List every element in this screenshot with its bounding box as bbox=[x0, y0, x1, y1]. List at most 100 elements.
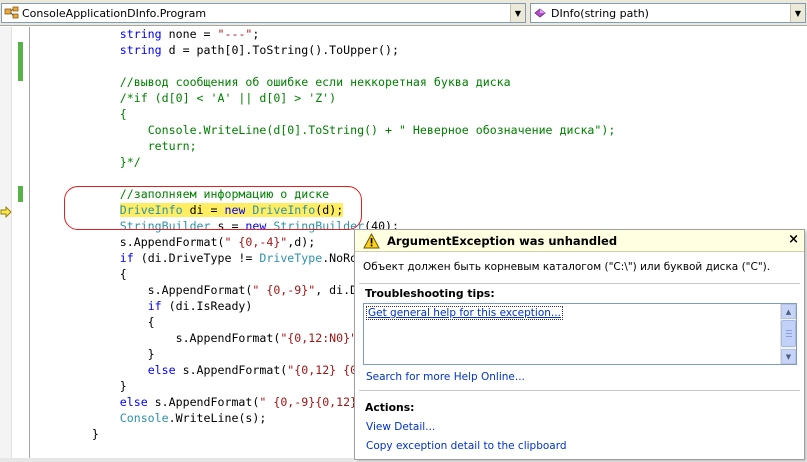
code-token: string bbox=[119, 27, 162, 41]
code-token: string bbox=[119, 43, 162, 57]
tips-scrollbar[interactable]: ▲ ▼ bbox=[780, 304, 796, 364]
divider bbox=[359, 283, 800, 284]
code-token: ,d); bbox=[287, 235, 316, 249]
code-token: }*/ bbox=[119, 155, 141, 169]
outlining-line bbox=[29, 27, 30, 462]
code-token: s.AppendFormat( bbox=[147, 395, 260, 409]
close-icon[interactable]: × bbox=[788, 232, 799, 247]
code-token: " {0,-9}{0,12}" bbox=[259, 395, 365, 409]
warning-triangle-icon bbox=[363, 232, 380, 249]
divider bbox=[359, 390, 800, 391]
code-token: s.AppendFormat( bbox=[175, 363, 288, 377]
chevron-down-icon[interactable]: ▼ bbox=[510, 4, 525, 22]
navigation-bar: ConsoleApplicationDInfo.Program ▼ DInfo(… bbox=[0, 0, 807, 26]
code-token: DriveType bbox=[259, 251, 323, 265]
code-line[interactable]: s.AppendFormat(" {0,-4}",d); bbox=[36, 234, 315, 250]
code-token: d = path[0].ToString().ToUpper(); bbox=[161, 43, 399, 57]
code-token: else bbox=[119, 395, 148, 409]
highlight-annotation-outline bbox=[64, 186, 362, 230]
code-line[interactable]: { bbox=[36, 314, 155, 330]
code-token: .WriteLine(s); bbox=[168, 411, 267, 425]
class-dropdown-text: ConsoleApplicationDInfo.Program bbox=[22, 6, 207, 20]
change-bar bbox=[18, 186, 23, 202]
code-token: Console.WriteLine(d[0].ToString() + " Не… bbox=[147, 123, 616, 137]
code-line[interactable]: Console.WriteLine(d[0].ToString() + " Не… bbox=[36, 122, 616, 138]
code-line[interactable]: //вывод сообщения об ошибке если неккоре… bbox=[36, 74, 511, 90]
chevron-down-icon[interactable]: ▼ bbox=[790, 4, 805, 22]
yellow-arrow-icon bbox=[0, 203, 12, 219]
code-token: s.AppendFormat( bbox=[36, 283, 253, 297]
code-token: { bbox=[36, 315, 155, 329]
code-line[interactable]: } bbox=[36, 346, 155, 362]
exception-title: ArgumentException was unhandled bbox=[387, 234, 618, 248]
code-token: return; bbox=[147, 139, 197, 153]
code-token: //вывод сообщения об ошибке если неккоре… bbox=[119, 75, 511, 89]
code-line[interactable]: string d = path[0].ToString().ToUpper(); bbox=[36, 42, 399, 58]
code-token: Console bbox=[119, 411, 169, 425]
code-line[interactable]: Console.WriteLine(s); bbox=[36, 410, 267, 426]
code-token: (di.DriveType != bbox=[133, 251, 260, 265]
code-token: if bbox=[147, 299, 162, 313]
code-token: ; bbox=[252, 27, 260, 41]
member-dropdown-text: DInfo(string path) bbox=[551, 6, 649, 20]
method-icon bbox=[533, 6, 549, 20]
code-token: " {0,-9}" bbox=[252, 283, 316, 297]
code-token: s.AppendFormat( bbox=[36, 331, 281, 345]
troubleshooting-tips-list[interactable]: Get general help for this exception... ▲… bbox=[363, 303, 797, 365]
code-token: " {0,-4}" bbox=[224, 235, 288, 249]
code-token: } bbox=[36, 379, 127, 393]
actions-heading: Actions: bbox=[365, 401, 415, 414]
exception-header: ArgumentException was unhandled × bbox=[355, 230, 804, 252]
code-line[interactable]: }*/ bbox=[36, 154, 141, 170]
code-line[interactable]: if (di.IsReady) bbox=[36, 298, 253, 314]
code-line[interactable]: } bbox=[36, 378, 127, 394]
code-token: if bbox=[119, 251, 134, 265]
horizontal-scroll-strip bbox=[0, 458, 354, 462]
code-line[interactable]: return; bbox=[36, 138, 197, 154]
class-icon bbox=[4, 6, 20, 20]
code-token: /*if (d[0] < 'A' || d[0] > 'Z') bbox=[119, 91, 337, 105]
exception-message: Объект должен быть корневым каталогом ("… bbox=[363, 261, 771, 273]
copy-exception-detail-link[interactable]: Copy exception detail to the clipboard bbox=[366, 440, 567, 452]
exception-assistant-popup: ArgumentException was unhandled × Объект… bbox=[354, 229, 805, 460]
code-token: none = bbox=[161, 27, 218, 41]
code-line[interactable]: { bbox=[36, 266, 127, 282]
code-token: { bbox=[119, 107, 127, 121]
code-token: else bbox=[147, 363, 176, 377]
code-token: "{0,12:N0}" bbox=[280, 331, 358, 345]
code-line[interactable]: /*if (d[0] < 'A' || d[0] > 'Z') bbox=[36, 90, 336, 106]
code-token: { bbox=[36, 267, 127, 281]
code-line[interactable]: { bbox=[36, 106, 127, 122]
change-bar bbox=[18, 42, 23, 81]
indicator-margin bbox=[0, 27, 12, 462]
view-detail-link[interactable]: View Detail... bbox=[366, 421, 435, 433]
member-dropdown[interactable]: DInfo(string path) ▼ bbox=[530, 3, 806, 23]
scroll-thumb[interactable] bbox=[781, 320, 796, 347]
tip-link-general-help[interactable]: Get general help for this exception... bbox=[366, 306, 563, 320]
search-help-online-link[interactable]: Search for more Help Online... bbox=[366, 371, 525, 383]
code-token: } bbox=[36, 347, 155, 361]
scroll-up-icon[interactable]: ▲ bbox=[781, 304, 796, 319]
code-token: (di.IsReady) bbox=[161, 299, 253, 313]
code-token: } bbox=[36, 427, 99, 441]
code-line[interactable]: string none = "---"; bbox=[36, 26, 260, 42]
code-line[interactable]: } bbox=[36, 426, 99, 442]
scroll-down-icon[interactable]: ▼ bbox=[781, 349, 796, 364]
class-dropdown[interactable]: ConsoleApplicationDInfo.Program ▼ bbox=[1, 3, 526, 23]
code-token: "---" bbox=[217, 27, 253, 41]
code-token: s.AppendFormat( bbox=[36, 235, 225, 249]
troubleshooting-heading: Troubleshooting tips: bbox=[365, 287, 495, 300]
